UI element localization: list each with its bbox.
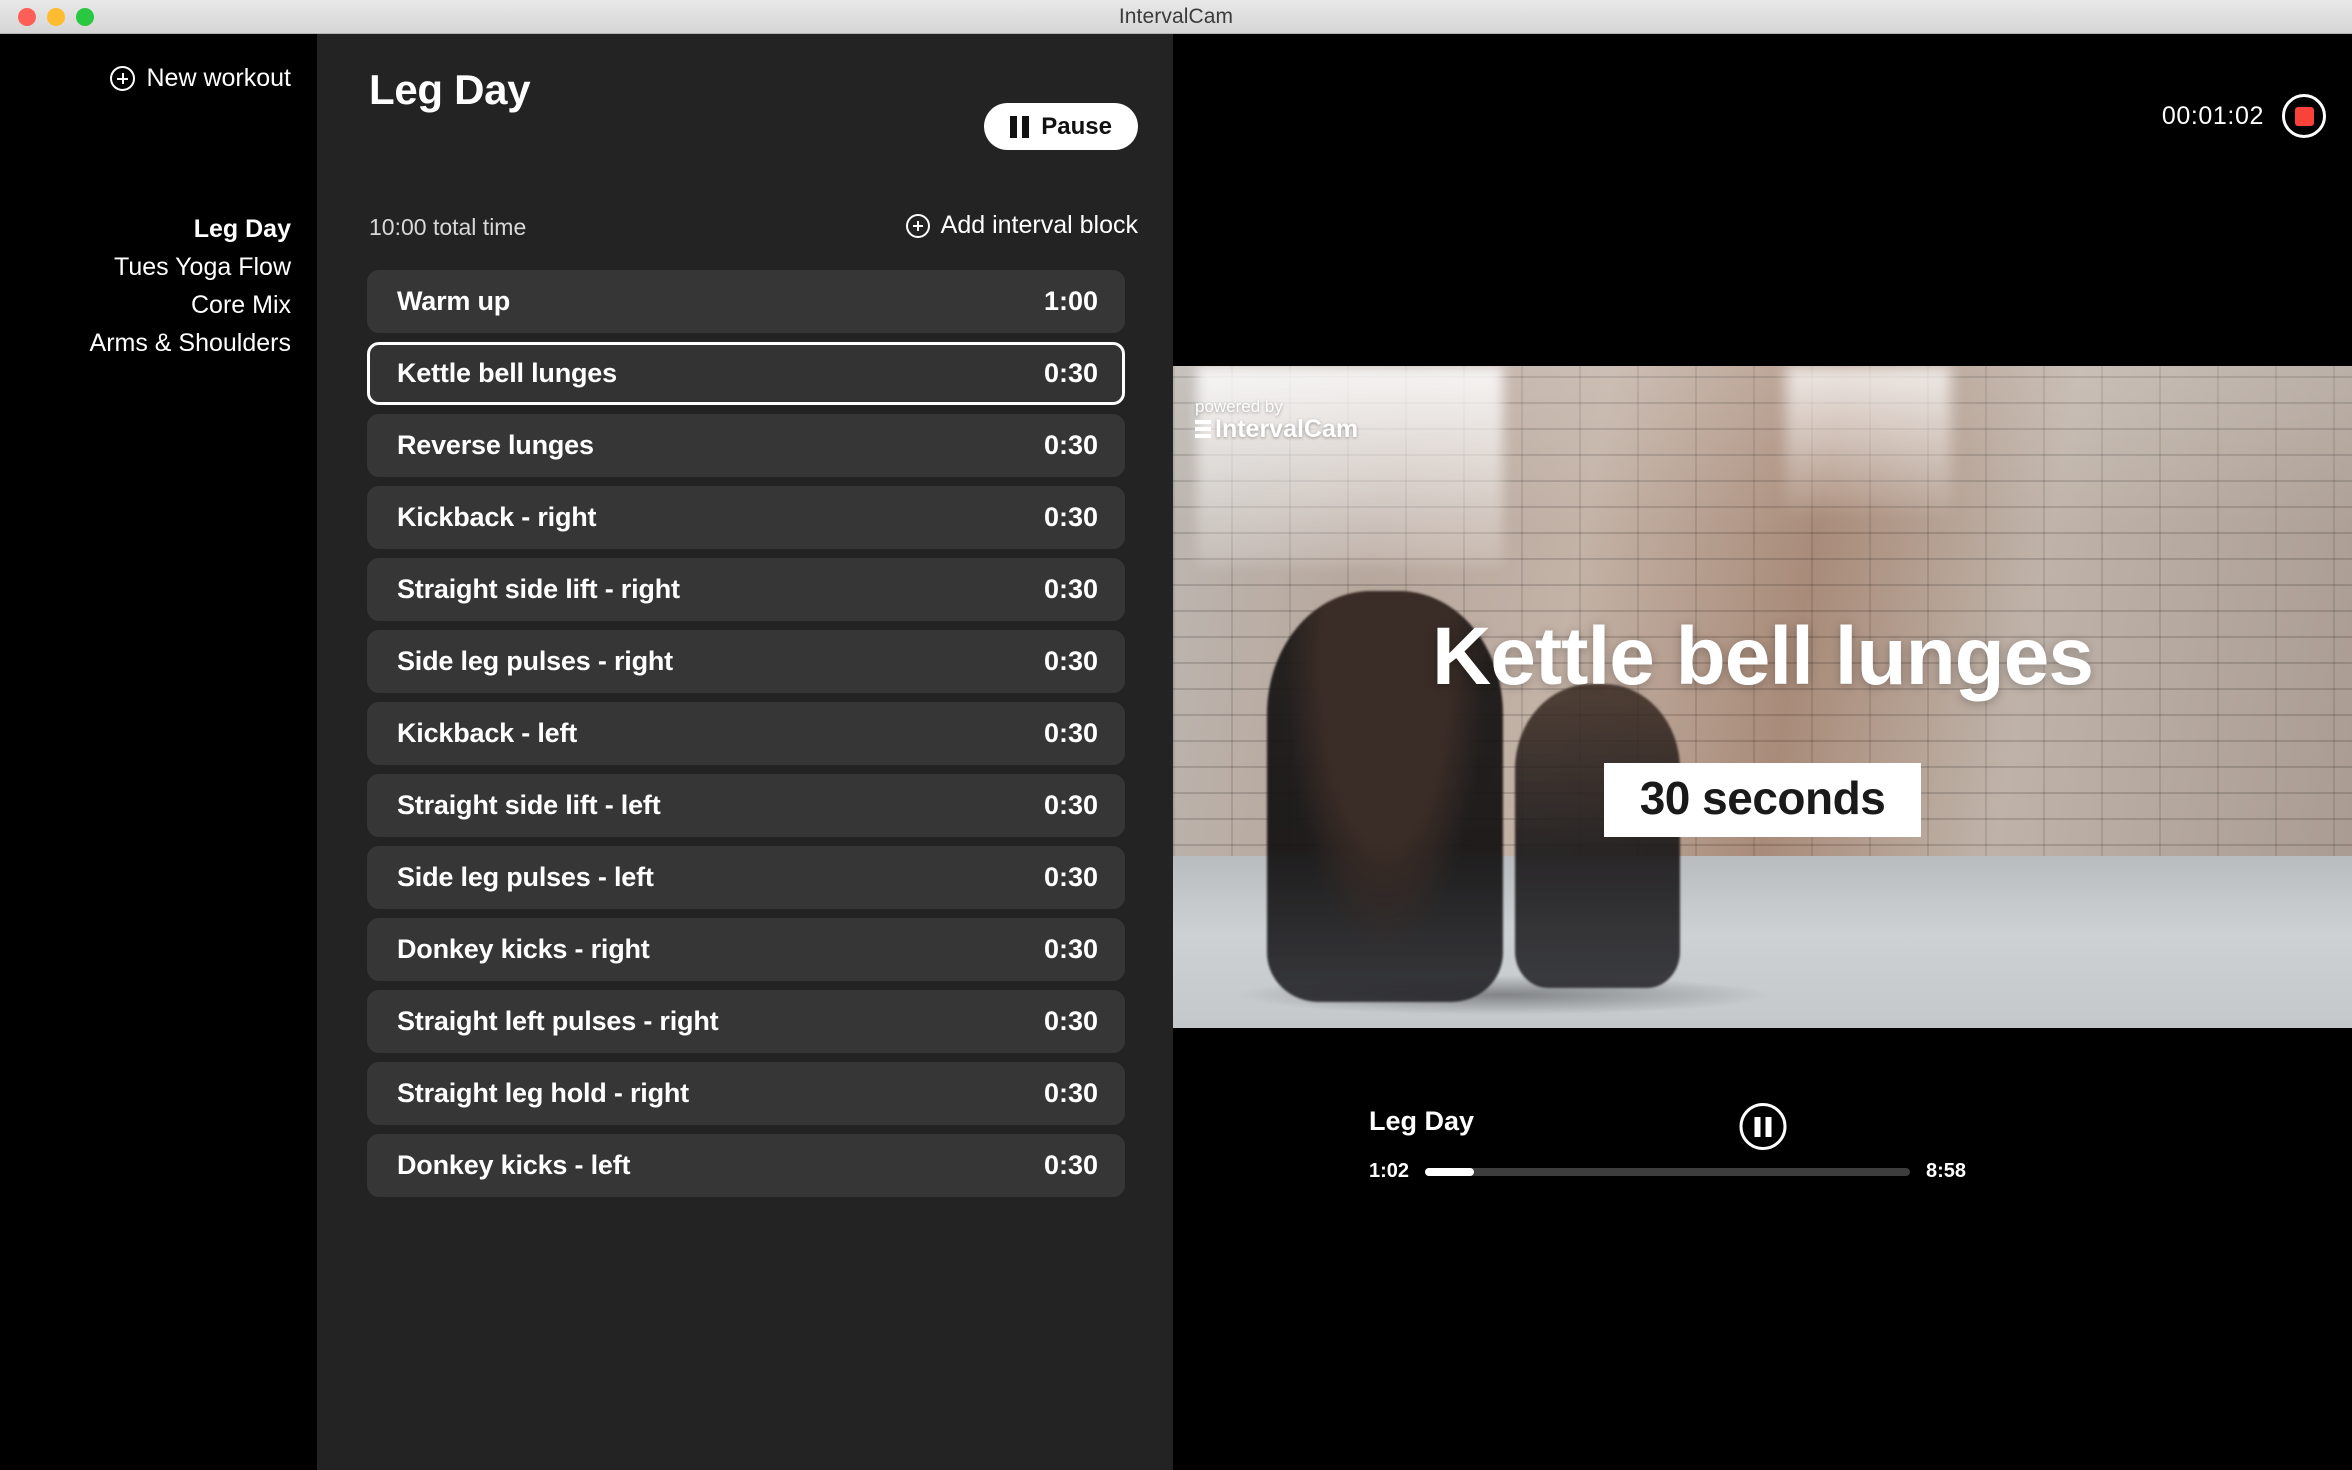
window-title: IntervalCam xyxy=(1118,4,1234,28)
interval-row[interactable]: Side leg pulses - left 0:30 xyxy=(367,846,1125,909)
interval-name: Kickback - right xyxy=(397,502,597,532)
interval-name: Reverse lunges xyxy=(397,430,594,460)
sidebar-item-workout[interactable]: Tues Yoga Flow xyxy=(114,248,291,286)
player-title: Leg Day xyxy=(1369,1106,1475,1136)
progress-row: 1:02 8:58 xyxy=(1369,1160,1966,1183)
overlay-duration: 30 seconds xyxy=(1603,763,1922,838)
pause-icon xyxy=(1010,115,1030,138)
add-interval-block-label: Add interval block xyxy=(940,211,1138,239)
player-controls: Leg Day 1:02 8:58 xyxy=(1173,1062,2352,1202)
progress-fill xyxy=(1425,1167,1474,1176)
interval-row[interactable]: Warm up 1:00 xyxy=(367,270,1125,333)
interval-duration: 0:30 xyxy=(1043,358,1098,388)
current-time-label: 1:02 xyxy=(1369,1160,1410,1182)
interval-row[interactable]: Straight side lift - left 0:30 xyxy=(367,774,1125,837)
app-window: IntervalCam New workout Leg Day Tues Yoga… xyxy=(0,0,2352,1470)
window-titlebar: IntervalCam xyxy=(0,0,2352,34)
watermark-brand-text: IntervalCam xyxy=(1215,414,1359,443)
plus-circle-icon xyxy=(109,66,135,91)
total-time-label: 10:00 total time xyxy=(369,214,527,240)
interval-duration: 0:30 xyxy=(1043,1006,1098,1036)
interval-name: Side leg pulses - left xyxy=(397,862,654,892)
interval-name: Kettle bell lunges xyxy=(397,358,617,388)
sidebar-item-workout[interactable]: Arms & Shoulders xyxy=(90,324,291,362)
video-stage: 00:01:02 powered by IntervalCam Kettle b… xyxy=(1173,34,2352,1470)
video-window-light xyxy=(1196,366,1504,565)
interval-name: Kickback - left xyxy=(397,718,578,748)
interval-name: Warm up xyxy=(397,286,511,316)
panel-header: Leg Day Pause xyxy=(317,34,1173,150)
interval-name: Donkey kicks - right xyxy=(397,934,650,964)
interval-duration: 0:30 xyxy=(1043,502,1098,532)
interval-name: Straight leg hold - right xyxy=(397,1078,689,1108)
interval-row[interactable]: Straight side lift - right 0:30 xyxy=(367,558,1125,621)
interval-name: Straight side lift - right xyxy=(397,574,680,604)
interval-duration: 1:00 xyxy=(1043,286,1098,316)
interval-name: Straight side lift - left xyxy=(397,790,661,820)
sidebar: New workout Leg Day Tues Yoga Flow Core Mi… xyxy=(0,34,317,1470)
remaining-time-label: 8:58 xyxy=(1925,1160,1966,1182)
interval-duration: 0:30 xyxy=(1043,1078,1098,1108)
interval-row[interactable]: Kickback - right 0:30 xyxy=(367,486,1125,549)
interval-name: Side leg pulses - right xyxy=(397,646,673,676)
brand-logo-icon xyxy=(1195,419,1211,439)
pause-button[interactable]: Pause xyxy=(984,103,1138,150)
interval-row[interactable]: Straight leg hold - right 0:30 xyxy=(367,1062,1125,1125)
interval-duration: 0:30 xyxy=(1043,430,1098,460)
watermark-brand: IntervalCam xyxy=(1195,416,1358,442)
video-preview[interactable]: powered by IntervalCam Kettle bell lunge… xyxy=(1173,366,2352,1028)
maximize-window-button[interactable] xyxy=(76,8,94,26)
interval-row[interactable]: Donkey kicks - right 0:30 xyxy=(367,918,1125,981)
interval-list: Warm up 1:00 Kettle bell lunges 0:30 Reverse… xyxy=(367,270,1125,1470)
panel-subheader: 10:00 total time Add interval block xyxy=(317,211,1173,262)
recording-bar: 00:01:02 xyxy=(2162,94,2326,138)
interval-name: Straight left pulses - right xyxy=(397,1006,719,1036)
recording-elapsed: 00:01:02 xyxy=(2161,101,2264,130)
interval-duration: 0:30 xyxy=(1043,790,1098,820)
plus-circle-icon xyxy=(905,213,930,238)
pause-button-label: Pause xyxy=(1041,112,1112,140)
window-traffic-lights xyxy=(18,0,94,34)
interval-row[interactable]: Straight left pulses - right 0:30 xyxy=(367,990,1125,1053)
page-title: Leg Day xyxy=(369,66,531,113)
video-window-light-2 xyxy=(1786,366,1952,512)
sidebar-item-workout[interactable]: Core Mix xyxy=(191,286,291,324)
interval-panel: Leg Day Pause 10:00 total time Add inter… xyxy=(317,34,1173,1470)
workout-list: Leg Day Tues Yoga Flow Core Mix Arms & Shou… xyxy=(90,210,291,362)
interval-duration: 0:30 xyxy=(1043,646,1098,676)
close-window-button[interactable] xyxy=(18,8,36,26)
record-stop-icon[interactable] xyxy=(2282,94,2326,138)
add-interval-block-button[interactable]: Add interval block xyxy=(905,211,1138,240)
sidebar-item-workout[interactable]: Leg Day xyxy=(194,210,291,248)
overlay-duration-wrap: 30 seconds xyxy=(1173,763,2352,838)
interval-row[interactable]: Side leg pulses - right 0:30 xyxy=(367,630,1125,693)
interval-duration: 0:30 xyxy=(1043,934,1098,964)
interval-duration: 0:30 xyxy=(1043,718,1098,748)
interval-duration: 0:30 xyxy=(1043,862,1098,892)
interval-duration: 0:30 xyxy=(1043,1150,1098,1180)
watermark-powered-by: powered by xyxy=(1195,397,1283,416)
watermark: powered by IntervalCam xyxy=(1195,398,1358,442)
pause-circle-icon[interactable] xyxy=(1739,1103,1786,1150)
new-workout-button[interactable]: New workout xyxy=(109,64,292,93)
interval-name: Donkey kicks - left xyxy=(397,1150,631,1180)
interval-duration: 0:30 xyxy=(1043,574,1098,604)
progress-scrubber[interactable] xyxy=(1425,1167,1910,1176)
interval-row[interactable]: Reverse lunges 0:30 xyxy=(367,414,1125,477)
new-workout-label: New workout xyxy=(146,64,292,92)
minimize-window-button[interactable] xyxy=(47,8,65,26)
overlay-exercise-title: Kettle bell lunges xyxy=(1432,611,2094,703)
interval-row-selected[interactable]: Kettle bell lunges 0:30 xyxy=(367,342,1125,405)
interval-row[interactable]: Donkey kicks - left 0:30 xyxy=(367,1134,1125,1197)
interval-row[interactable]: Kickback - left 0:30 xyxy=(367,702,1125,765)
